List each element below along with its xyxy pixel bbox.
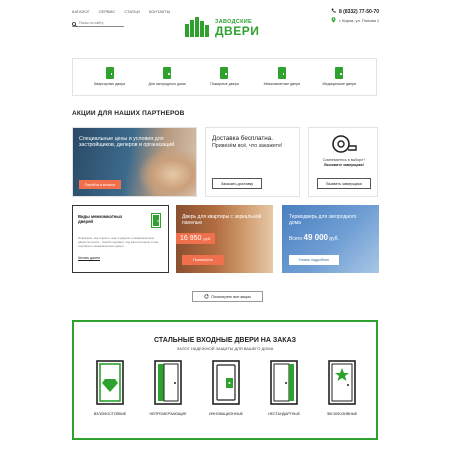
category-country-house[interactable]: Для загородного дома <box>143 67 191 86</box>
price-currency: руб. <box>329 236 339 242</box>
category-bar: Квартирные двери Для загородного дома По… <box>72 58 377 96</box>
logo-text-big: ДВЕРИ <box>215 24 260 38</box>
see-all-promos-button[interactable]: Посмотреть все акции <box>192 291 263 302</box>
features-box: Стальные входные двери на заказ Залог на… <box>72 320 378 440</box>
features-list: Взломостойкие Непромерзающие Инновационн… <box>82 360 370 416</box>
feature-innovative[interactable]: Инновационные <box>198 360 254 416</box>
phone-icon <box>331 8 336 15</box>
phone[interactable]: 8 (8332) 77-50-70 <box>331 8 379 15</box>
feature-label: Инновационные <box>208 412 244 416</box>
order-delivery-button[interactable]: Заказать доставку <box>212 178 262 189</box>
feature-label: Взломостойкие <box>93 412 127 416</box>
price-currency: руб. <box>203 236 212 241</box>
price-prefix: Всего <box>289 236 303 242</box>
door-icon <box>163 67 172 80</box>
see-all-label: Посмотреть все акции <box>211 294 251 299</box>
article-title: Виды межкомнатных дверей <box>78 214 123 225</box>
call-measurer-button[interactable]: Вызвать замерщика <box>317 178 371 189</box>
price-value: 49 000 <box>303 233 328 242</box>
promo-measurer-question: Сомневаетесь в выборе? <box>322 158 366 162</box>
feature-label: Нестандартные <box>268 412 300 416</box>
promo-partners-text: Специальные цены и условия для застройщи… <box>79 136 175 149</box>
door-icon <box>277 67 286 80</box>
promo-measurer[interactable]: Сомневаетесь в выборе? Вызовите замерщик… <box>308 127 378 197</box>
insulated-door-icon <box>154 360 182 405</box>
feature-non-standard[interactable]: Нестандартные <box>256 360 312 416</box>
promo-thermo-price: Всего 49 000 руб. <box>289 233 339 242</box>
address: г. Киров, ул. Попова 1 <box>331 17 379 24</box>
interior-door-icon <box>151 213 161 228</box>
wide-door-icon <box>270 360 298 405</box>
smart-door-icon <box>212 360 240 405</box>
promo-mirror-text: Дверь для квартиры с зеркальной панелью <box>182 214 262 226</box>
section-title: Акции для наших партнеров <box>72 110 185 117</box>
learn-more-button[interactable]: Узнать подробнее <box>289 255 339 265</box>
features-subtitle: Залог надежной защиты для вашего дома <box>176 346 274 351</box>
category-label: Межкомнатные двери <box>263 82 301 87</box>
category-medical[interactable]: Медицинские двери <box>315 67 363 86</box>
category-apartment[interactable]: Квартирные двери <box>86 67 134 86</box>
features-title: Стальные входные двери на заказ <box>153 337 297 344</box>
promo-mirror-door[interactable]: Дверь для квартиры с зеркальной панелью … <box>176 205 273 273</box>
phone-number[interactable]: 8 (8332) 77-50-70 <box>339 9 379 15</box>
promo-measurer-emph: Вызовите замерщика! <box>324 162 364 167</box>
feature-label: Непромерзающие <box>149 412 187 416</box>
category-label: Для загородного дома <box>148 82 186 87</box>
handshake-image <box>138 148 196 196</box>
nav-service[interactable]: Сервис <box>99 9 116 14</box>
promo-measurer-text: Сомневаетесь в выборе? Вызовите замерщик… <box>313 158 375 167</box>
door-icon <box>335 67 344 80</box>
promo-mirror-price: 16 950 руб. <box>176 233 216 244</box>
promo-delivery-text: Привезём всё, что закажете! <box>212 143 283 149</box>
read-more-link[interactable]: Читать далее <box>78 256 100 260</box>
door-icon <box>105 67 114 80</box>
logo-bars-icon <box>185 17 209 37</box>
category-fire[interactable]: Пожарные двери <box>200 67 248 86</box>
logo[interactable]: ЗАВОДСКИЕ ДВЕРИ <box>184 13 274 37</box>
promo-thermo-text: Термодверь для загородного дома <box>289 214 357 226</box>
search-icon[interactable] <box>72 14 77 32</box>
tape-measure-icon <box>332 135 357 153</box>
nav-contacts[interactable]: Контакты <box>149 9 171 14</box>
category-label: Квартирные двери <box>94 82 126 87</box>
address-text: г. Киров, ул. Попова 1 <box>339 18 380 23</box>
promo-partners[interactable]: Специальные цены и условия для застройщи… <box>72 127 197 197</box>
top-nav: Каталог Сервис Статьи Контакты <box>72 9 170 14</box>
search-box[interactable] <box>72 19 124 27</box>
feature-exclusive[interactable]: Эксклюзивные <box>314 360 370 416</box>
door-icon <box>220 67 229 80</box>
article-excerpt: Помогаем, как открыть окно в дверях и ме… <box>78 236 158 249</box>
promo-delivery[interactable]: Доставка бесплатна. Привезём всё, что за… <box>205 127 300 197</box>
refresh-icon <box>204 293 210 300</box>
feature-burglar-resistant[interactable]: Взломостойкие <box>82 360 138 416</box>
view-button[interactable]: Посмотреть <box>182 255 224 265</box>
location-pin-icon <box>331 17 336 24</box>
diamond-door-icon <box>96 360 124 405</box>
nav-articles[interactable]: Статьи <box>124 9 139 14</box>
promo-article[interactable]: Виды межкомнатных дверей Помогаем, как о… <box>72 205 169 273</box>
star-door-icon <box>328 360 356 405</box>
promo-delivery-title: Доставка бесплатна. <box>212 135 274 142</box>
go-to-catalog-button[interactable]: Перейти в каталог <box>79 180 121 189</box>
price-value: 16 950 <box>180 235 202 242</box>
category-interior[interactable]: Межкомнатные двери <box>258 67 306 86</box>
category-label: Пожарные двери <box>210 82 239 87</box>
feature-non-freezing[interactable]: Непромерзающие <box>140 360 196 416</box>
search-input[interactable] <box>79 20 123 25</box>
promo-thermo-door[interactable]: Термодверь для загородного дома Всего 49… <box>282 205 379 273</box>
category-label: Медицинские двери <box>322 82 356 87</box>
feature-label: Эксклюзивные <box>326 412 358 416</box>
